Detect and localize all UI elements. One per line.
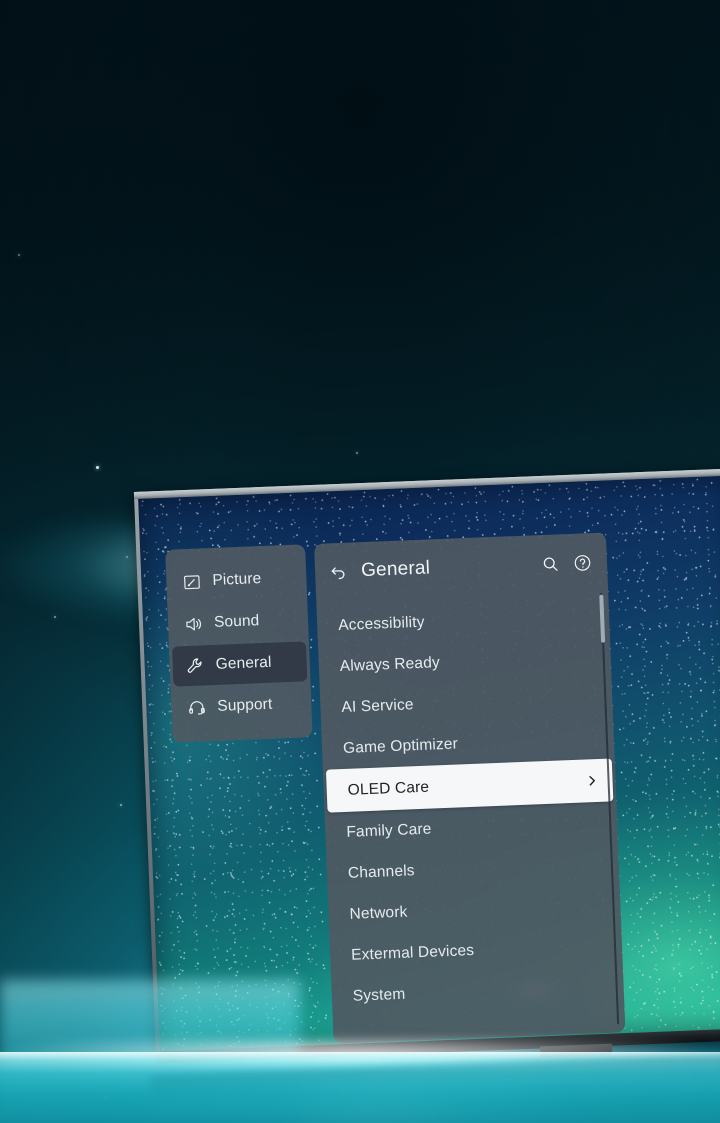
search-icon[interactable] — [541, 554, 561, 574]
menu-item-label: AI Service — [341, 695, 414, 716]
ambient-sparkle — [356, 452, 358, 454]
scene-backdrop: Picture Sound General Support General Ac… — [0, 0, 720, 1123]
sidebar-item-label: General — [215, 653, 272, 673]
menu-item-label: Extermal Devices — [350, 941, 475, 964]
sound-icon — [184, 614, 204, 634]
help-icon[interactable] — [573, 553, 593, 573]
headset-icon — [187, 698, 207, 718]
settings-overlay: Picture Sound General Support General Ac… — [165, 532, 626, 1049]
sidebar-item-label: Support — [217, 695, 273, 715]
menu-item-label: Network — [349, 903, 408, 923]
sidebar-item-general[interactable]: General — [171, 641, 308, 687]
page-title: General — [360, 557, 431, 582]
menu-item-label: Family Care — [346, 820, 432, 841]
menu-item-label: System — [352, 985, 406, 1005]
picture-icon — [182, 572, 202, 592]
television: Picture Sound General Support General Ac… — [133, 446, 720, 1069]
menu-item-label: Channels — [347, 861, 415, 882]
settings-sidebar: Picture Sound General Support — [165, 544, 313, 743]
sidebar-item-support[interactable]: Support — [174, 683, 309, 728]
ambient-sparkle — [120, 804, 122, 806]
ambient-sparkle — [18, 254, 20, 256]
menu-item-label: Accessibility — [337, 613, 425, 634]
menu-item-label: OLED Care — [347, 778, 430, 799]
sidebar-item-picture[interactable]: Picture — [169, 557, 304, 602]
menu-item-label: Always Ready — [339, 653, 441, 675]
back-arrow-icon[interactable] — [329, 562, 349, 582]
sidebar-item-sound[interactable]: Sound — [170, 599, 305, 644]
settings-content-panel: General Accessibility Always Ready AI Se… — [314, 532, 626, 1044]
chevron-right-icon — [585, 774, 599, 788]
sidebar-item-label: Picture — [212, 570, 262, 589]
wrench-icon — [185, 656, 205, 676]
sidebar-item-label: Sound — [213, 612, 260, 631]
menu-item-label: Game Optimizer — [342, 734, 459, 757]
tv-screen: Picture Sound General Support General Ac… — [138, 475, 720, 1052]
settings-menu-list: Accessibility Always Ready AI Service Ga… — [316, 590, 625, 1043]
ambient-sparkle — [96, 466, 99, 469]
